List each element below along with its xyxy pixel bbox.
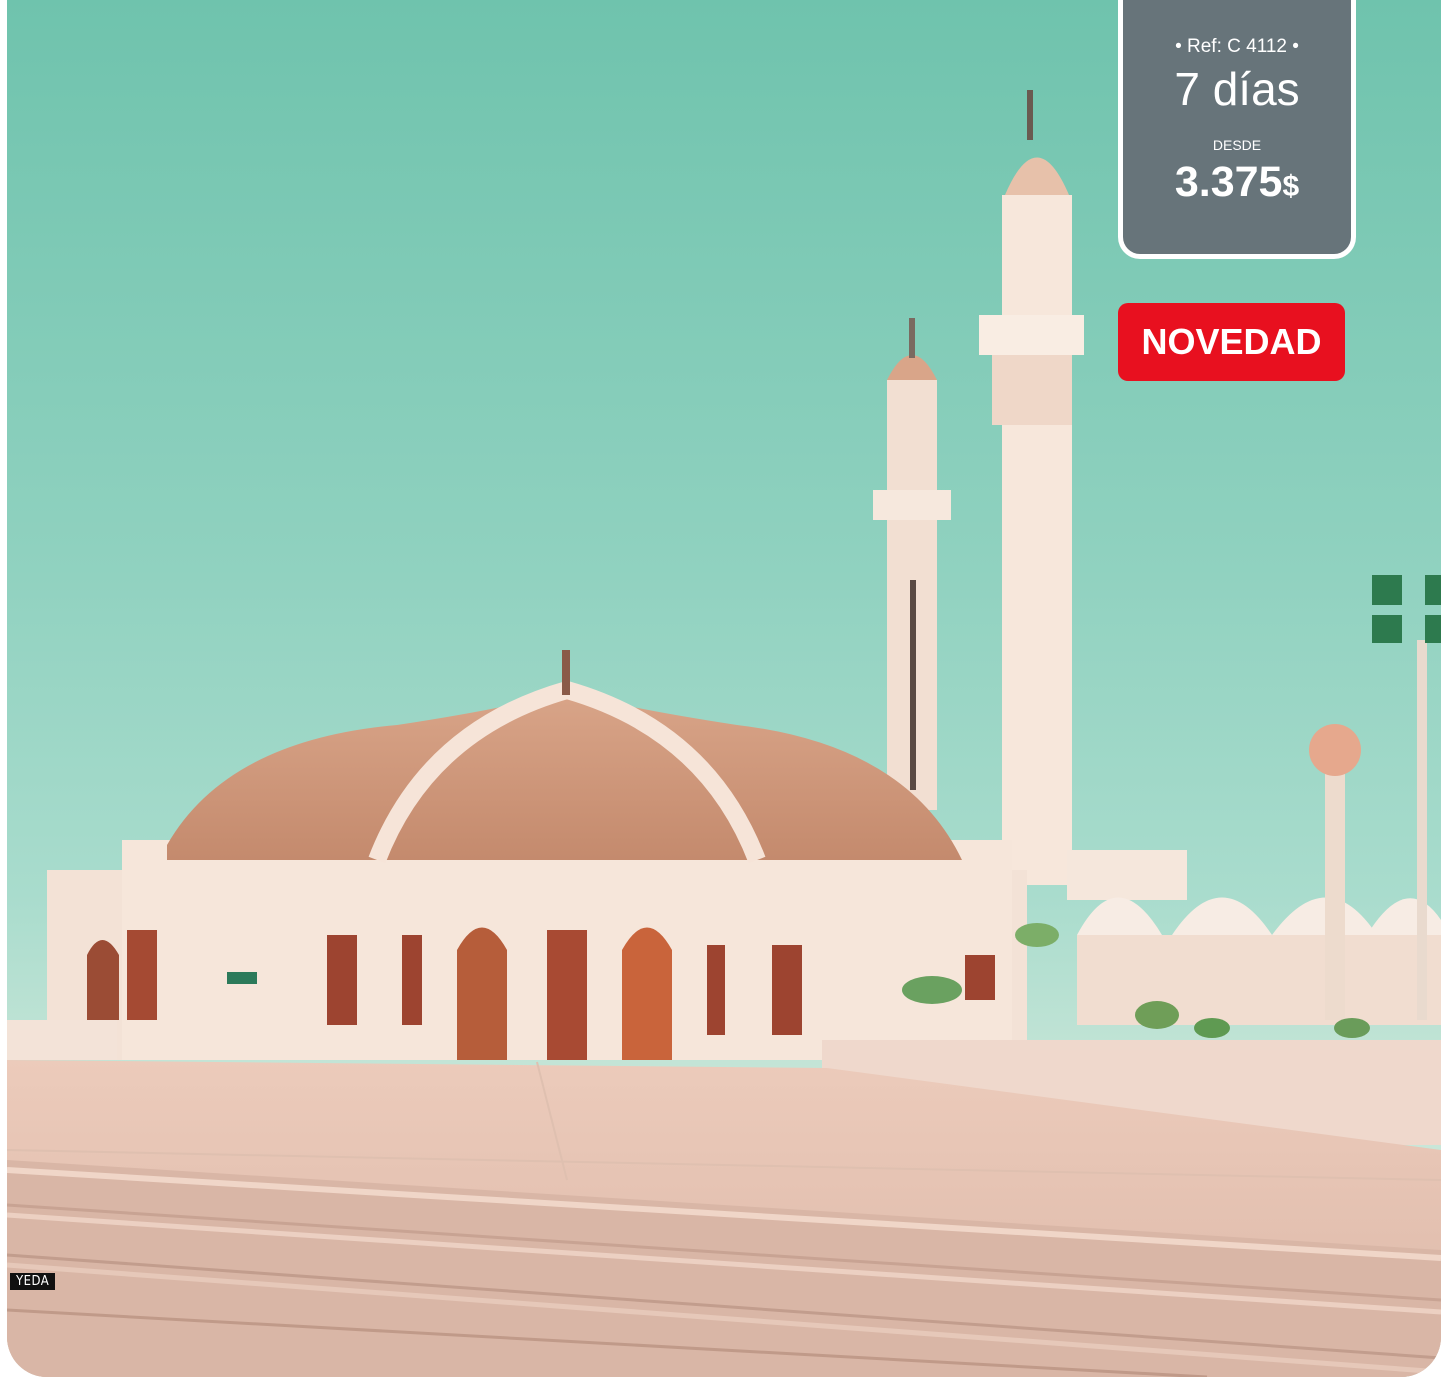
reference-code: • Ref: C 4112 • [1175,36,1299,57]
tour-info-panel: • Ref: C 4112 • 7 días DESDE 3.375$ [1118,0,1356,259]
price-currency: $ [1282,170,1300,203]
price: 3.375$ [1123,158,1351,207]
price-amount: 3.375 [1174,158,1283,206]
duration: 7 días [1174,63,1300,115]
new-badge: NOVEDAD [1118,303,1345,381]
from-label: DESDE [1212,137,1262,153]
location-caption: YEDA [10,1273,56,1290]
